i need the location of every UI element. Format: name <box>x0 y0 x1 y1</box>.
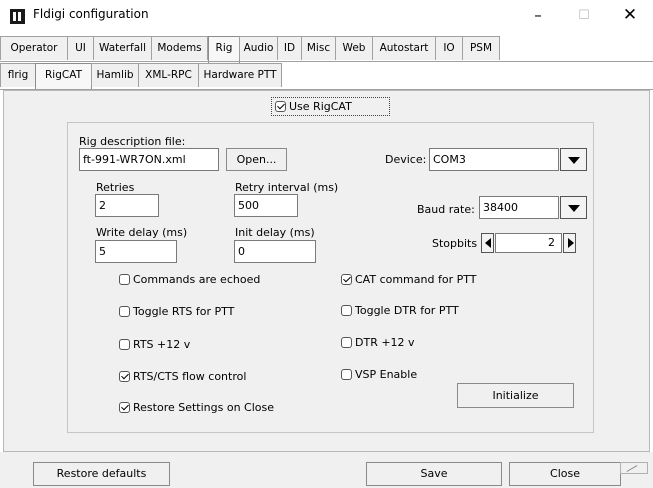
tab-modems[interactable]: Modems <box>151 36 208 60</box>
retries-label: Retries <box>96 181 135 194</box>
maximize-button[interactable]: ☐ <box>561 0 607 33</box>
stopbits-label: Stopbits <box>432 237 478 250</box>
stopbits-field[interactable]: 2 <box>495 233 562 253</box>
vsp-enable-checkbox[interactable]: VSP Enable <box>341 368 417 381</box>
toggle-rts-ptt-label: Toggle RTS for PTT <box>133 305 235 318</box>
restore-defaults-button[interactable]: Restore defaults <box>33 462 170 486</box>
baud-rate-field[interactable]: 38400 <box>479 196 559 219</box>
subtab-flrig[interactable]: flrig <box>0 63 36 87</box>
dtr-12v-checkbox[interactable]: DTR +12 v <box>341 336 415 349</box>
tab-rig[interactable]: Rig <box>208 36 240 63</box>
commands-echoed-label: Commands are echoed <box>133 273 261 286</box>
checkbox-box[interactable] <box>119 306 130 317</box>
device-label: Device: <box>385 153 427 166</box>
device-dropdown-arrow-icon[interactable] <box>560 148 587 171</box>
baud-rate-dropdown-arrow-icon[interactable] <box>560 196 587 219</box>
tab-autostart[interactable]: Autostart <box>372 36 436 60</box>
checkbox-box[interactable] <box>119 274 130 285</box>
vsp-enable-label: VSP Enable <box>355 368 418 381</box>
retry-interval-field[interactable]: 500 <box>234 194 298 217</box>
fldigi-app-icon <box>10 9 25 24</box>
close-window-button[interactable]: ✕ <box>607 0 653 33</box>
minimize-button[interactable]: – <box>515 0 561 33</box>
use-rigcat-label: Use RigCAT <box>289 100 352 113</box>
commands-echoed-checkbox[interactable]: Commands are echoed <box>119 273 260 286</box>
stopbits-increment-icon[interactable] <box>563 233 576 253</box>
rig-file-field[interactable]: ft-991-WR7ON.xml <box>79 148 219 171</box>
toggle-rts-ptt-checkbox[interactable]: Toggle RTS for PTT <box>119 305 234 318</box>
rig-file-label: Rig description file: <box>79 135 186 148</box>
resize-grip-icon[interactable] <box>620 462 648 474</box>
tab-waterfall[interactable]: Waterfall <box>93 36 152 60</box>
restore-settings-checkbox[interactable]: Restore Settings on Close <box>119 401 274 414</box>
rts-12v-checkbox[interactable]: RTS +12 v <box>119 338 190 351</box>
subtab-rigcat[interactable]: RigCAT <box>35 63 92 90</box>
checkbox-box[interactable] <box>275 101 286 112</box>
tab-misc[interactable]: Misc <box>301 36 336 60</box>
checkbox-box[interactable] <box>341 369 352 380</box>
main-tab-bar: Operator UI Waterfall Modems Rig Audio ID Misc W… <box>0 36 653 63</box>
subtab-xml-rpc[interactable]: XML-RPC <box>138 63 199 87</box>
tab-web[interactable]: Web <box>335 36 373 60</box>
tab-ui[interactable]: UI <box>67 36 94 60</box>
tab-id[interactable]: ID <box>277 36 302 60</box>
save-button[interactable]: Save <box>366 462 502 486</box>
restore-settings-label: Restore Settings on Close <box>133 401 275 414</box>
use-rigcat-checkbox[interactable]: Use RigCAT <box>275 100 352 113</box>
tab-operator[interactable]: Operator <box>0 36 68 60</box>
open-rig-file-button[interactable]: Open... <box>226 148 287 171</box>
tab-io[interactable]: IO <box>435 36 463 60</box>
main-tab-divider <box>0 61 653 62</box>
checkbox-box[interactable] <box>119 402 130 413</box>
checkbox-box[interactable] <box>119 371 130 382</box>
stopbits-decrement-icon[interactable] <box>481 233 494 253</box>
write-delay-field[interactable]: 5 <box>95 240 177 263</box>
checkbox-box[interactable] <box>341 274 352 285</box>
subtab-hamlib[interactable]: Hamlib <box>91 63 139 87</box>
tab-audio[interactable]: Audio <box>239 36 278 60</box>
checkbox-box[interactable] <box>341 305 352 316</box>
sub-tab-bar: flrig RigCAT Hamlib XML-RPC Hardware PTT <box>0 63 653 90</box>
init-delay-label: Init delay (ms) <box>235 226 315 239</box>
init-delay-field[interactable]: 0 <box>234 240 316 263</box>
write-delay-label: Write delay (ms) <box>96 226 188 239</box>
cat-ptt-checkbox[interactable]: CAT command for PTT <box>341 273 476 286</box>
dtr-12v-label: DTR +12 v <box>355 336 415 349</box>
window-title: Fldigi configuration <box>33 7 149 21</box>
cat-ptt-label: CAT command for PTT <box>355 273 477 286</box>
device-field[interactable]: COM3 <box>429 148 559 171</box>
toggle-dtr-ptt-label: Toggle DTR for PTT <box>355 304 459 317</box>
retries-field[interactable]: 2 <box>95 194 159 217</box>
rts-cts-flow-label: RTS/CTS flow control <box>133 370 247 383</box>
rts-cts-flow-checkbox[interactable]: RTS/CTS flow control <box>119 370 246 383</box>
tab-psm[interactable]: PSM <box>462 36 500 60</box>
baud-rate-label: Baud rate: <box>417 203 475 216</box>
subtab-hardware-ptt[interactable]: Hardware PTT <box>198 63 282 87</box>
checkbox-box[interactable] <box>341 337 352 348</box>
checkbox-box[interactable] <box>119 339 130 350</box>
rts-12v-label: RTS +12 v <box>133 338 191 351</box>
toggle-dtr-ptt-checkbox[interactable]: Toggle DTR for PTT <box>341 304 459 317</box>
initialize-button[interactable]: Initialize <box>457 383 574 408</box>
close-button[interactable]: Close <box>509 462 621 486</box>
retry-interval-label: Retry interval (ms) <box>235 181 339 194</box>
